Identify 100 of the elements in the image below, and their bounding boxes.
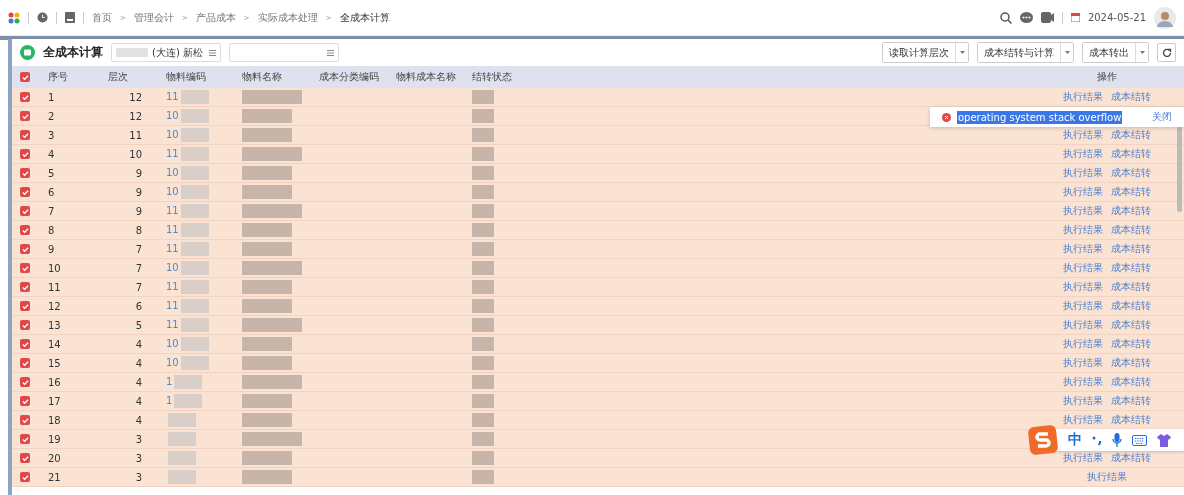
action-link[interactable]: 成本结转: [1111, 128, 1151, 142]
action-link[interactable]: 执行结果: [1087, 470, 1127, 484]
checkbox[interactable]: [20, 472, 30, 482]
avatar-icon[interactable]: [1154, 6, 1176, 29]
checkbox[interactable]: [20, 149, 30, 159]
checkbox[interactable]: [20, 320, 30, 330]
material-code-link[interactable]: 10: [166, 262, 179, 273]
material-code-link[interactable]: 10: [166, 129, 179, 140]
scrollbar[interactable]: [1177, 127, 1182, 212]
microphone-icon[interactable]: [1112, 432, 1122, 448]
material-code-link[interactable]: 11: [166, 319, 179, 330]
material-code-link[interactable]: 11: [166, 205, 179, 216]
keyboard-icon[interactable]: [1132, 434, 1147, 446]
period-field[interactable]: [229, 43, 339, 62]
toolbar-button[interactable]: 读取计算层次: [883, 43, 956, 62]
action-link[interactable]: 执行结果: [1063, 90, 1103, 104]
action-link[interactable]: 成本结转: [1111, 242, 1151, 256]
action-link[interactable]: 执行结果: [1063, 299, 1103, 313]
action-link[interactable]: 成本结转: [1111, 147, 1151, 161]
action-link[interactable]: 成本结转: [1111, 280, 1151, 294]
checkbox[interactable]: [20, 263, 30, 273]
action-link[interactable]: 成本结转: [1111, 223, 1151, 237]
checkbox[interactable]: [20, 415, 30, 425]
action-link[interactable]: 执行结果: [1063, 451, 1103, 465]
breadcrumb-item[interactable]: 管理会计: [133, 10, 174, 25]
checkbox[interactable]: [20, 301, 30, 311]
action-link[interactable]: 执行结果: [1063, 261, 1103, 275]
material-code-link[interactable]: 11: [166, 243, 179, 254]
material-code-link[interactable]: 11: [166, 300, 179, 311]
action-link[interactable]: 执行结果: [1063, 147, 1103, 161]
action-link[interactable]: 执行结果: [1063, 394, 1103, 408]
breadcrumb-item[interactable]: 全成本计算: [339, 10, 390, 25]
checkbox[interactable]: [20, 206, 30, 216]
company-field[interactable]: (大连) 新松: [111, 43, 221, 62]
action-link[interactable]: 执行结果: [1063, 318, 1103, 332]
app-logo-icon[interactable]: [8, 11, 20, 24]
action-link[interactable]: 执行结果: [1063, 223, 1103, 237]
chat-bubble-icon[interactable]: [1019, 11, 1033, 24]
checkbox[interactable]: [20, 358, 30, 368]
breadcrumb-item[interactable]: 首页: [92, 10, 112, 25]
checkbox[interactable]: [20, 72, 30, 82]
checkbox[interactable]: [20, 130, 30, 140]
action-link[interactable]: 成本结转: [1111, 451, 1151, 465]
material-code-link[interactable]: 11: [166, 224, 179, 235]
material-code-link[interactable]: 11: [166, 91, 179, 102]
action-link[interactable]: 成本结转: [1111, 204, 1151, 218]
ime-mode[interactable]: 中: [1068, 431, 1082, 449]
action-link[interactable]: 成本结转: [1111, 394, 1151, 408]
action-link[interactable]: 执行结果: [1063, 280, 1103, 294]
toolbar-button[interactable]: 成本转出: [1083, 43, 1136, 62]
checkbox[interactable]: [20, 92, 30, 102]
action-link[interactable]: 执行结果: [1063, 356, 1103, 370]
clock-icon[interactable]: [37, 12, 48, 23]
action-link[interactable]: 成本结转: [1111, 413, 1151, 427]
material-code-link[interactable]: 10: [166, 357, 179, 368]
shirt-icon[interactable]: [1157, 433, 1171, 447]
checkbox[interactable]: [20, 282, 30, 292]
checkbox[interactable]: [20, 225, 30, 235]
search-icon[interactable]: [999, 11, 1012, 24]
action-link[interactable]: 执行结果: [1063, 337, 1103, 351]
punctuation-icon[interactable]: [1092, 434, 1102, 446]
checkbox[interactable]: [20, 377, 30, 387]
document-icon[interactable]: [65, 12, 75, 23]
action-link[interactable]: 成本结转: [1111, 337, 1151, 351]
action-link[interactable]: 执行结果: [1063, 242, 1103, 256]
breadcrumb-item[interactable]: 产品成本: [195, 10, 236, 25]
checkbox[interactable]: [20, 339, 30, 349]
action-link[interactable]: 成本结转: [1111, 90, 1151, 104]
action-link[interactable]: 成本结转: [1111, 318, 1151, 332]
material-code-link[interactable]: 1: [166, 395, 173, 406]
checkbox[interactable]: [20, 187, 30, 197]
list-icon[interactable]: [209, 49, 216, 56]
checkbox[interactable]: [20, 453, 30, 463]
refresh-button[interactable]: [1157, 43, 1176, 62]
action-link[interactable]: 成本结转: [1111, 299, 1151, 313]
checkbox[interactable]: [20, 396, 30, 406]
action-link[interactable]: 成本结转: [1111, 166, 1151, 180]
close-link[interactable]: 关闭: [1152, 110, 1172, 124]
checkbox[interactable]: [20, 168, 30, 178]
video-icon[interactable]: [1040, 12, 1054, 23]
ime-logo-icon[interactable]: [1028, 425, 1058, 455]
material-code-link[interactable]: 10: [166, 167, 179, 178]
checkbox[interactable]: [20, 244, 30, 254]
list-icon[interactable]: [327, 49, 334, 56]
checkbox[interactable]: [20, 111, 30, 121]
action-link[interactable]: 执行结果: [1063, 128, 1103, 142]
action-link[interactable]: 执行结果: [1063, 204, 1103, 218]
breadcrumb-item[interactable]: 实际成本处理: [257, 10, 318, 25]
material-code-link[interactable]: 10: [166, 186, 179, 197]
toolbar-button[interactable]: 成本结转与计算: [978, 43, 1061, 62]
action-link[interactable]: 成本结转: [1111, 185, 1151, 199]
material-code-link[interactable]: 10: [166, 110, 179, 121]
material-code-link[interactable]: 11: [166, 148, 179, 159]
action-link[interactable]: 成本结转: [1111, 261, 1151, 275]
material-code-link[interactable]: 1: [166, 376, 173, 387]
action-link[interactable]: 执行结果: [1063, 413, 1103, 427]
action-link[interactable]: 成本结转: [1111, 375, 1151, 389]
material-code-link[interactable]: 11: [166, 281, 179, 292]
action-link[interactable]: 成本结转: [1111, 356, 1151, 370]
checkbox[interactable]: [20, 434, 30, 444]
